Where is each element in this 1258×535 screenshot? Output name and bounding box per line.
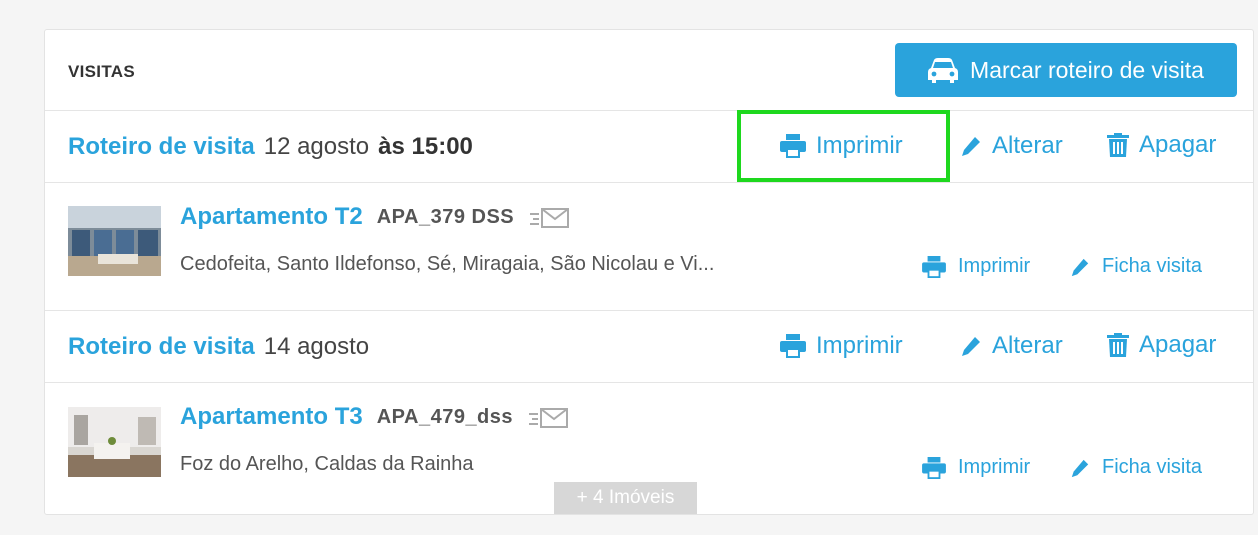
delete-button[interactable]: Apagar xyxy=(1107,331,1216,359)
print-label: Imprimir xyxy=(816,332,903,359)
imovel-name-link[interactable]: Apartamento T2 xyxy=(180,203,363,231)
imovel-name-link[interactable]: Apartamento T3 xyxy=(180,403,363,431)
imovel-print-button[interactable]: Imprimir xyxy=(922,255,1030,278)
delete-label: Apagar xyxy=(1139,331,1217,358)
print-label: Imprimir xyxy=(816,132,903,159)
printer-icon xyxy=(922,456,946,479)
marcar-roteiro-label: Marcar roteiro de visita xyxy=(970,56,1204,83)
imovel-location: Foz do Arelho, Caldas da Rainha xyxy=(180,453,474,475)
print-button[interactable]: Imprimir xyxy=(780,332,903,360)
imovel-location: Cedofeita, Santo Ildefonso, Sé, Miragaia… xyxy=(180,253,715,275)
imovel-heading: Apartamento T2 APA_379 DSS xyxy=(180,203,570,231)
roteiro-time: às 15:00 xyxy=(378,133,473,160)
more-imoveis-badge[interactable]: + 4 Imóveis xyxy=(554,482,697,514)
trash-icon xyxy=(1107,133,1129,157)
pencil-icon xyxy=(962,337,980,356)
print-button[interactable]: Imprimir xyxy=(780,132,903,160)
property-thumbnail[interactable] xyxy=(68,407,161,477)
edit-label: Alterar xyxy=(992,332,1063,359)
car-icon xyxy=(928,58,959,83)
edit-label: Alterar xyxy=(992,132,1063,159)
roteiro-date: 14 agosto xyxy=(263,333,370,360)
delete-label: Apagar xyxy=(1139,131,1217,158)
visitas-panel: VISITAS Marcar roteiro de visita Roteiro… xyxy=(44,29,1254,515)
printer-icon xyxy=(780,334,806,358)
envelope-icon[interactable] xyxy=(527,405,569,429)
imovel-heading: Apartamento T3 APA_479_dss xyxy=(180,403,569,431)
edit-button[interactable]: Alterar xyxy=(960,132,1063,160)
ficha-visita-label: Ficha visita xyxy=(1102,255,1203,277)
imovel-row: Apartamento T2 APA_379 DSS Cedofeita, Sa… xyxy=(45,183,1253,311)
edit-button[interactable]: Alterar xyxy=(960,332,1063,360)
ficha-visita-button[interactable]: Ficha visita xyxy=(1070,456,1202,479)
roteiro-row: Roteiro de visita 14 agosto Imprimir Alt… xyxy=(45,311,1253,383)
printer-icon xyxy=(780,134,806,158)
pencil-icon xyxy=(962,137,980,156)
trash-icon xyxy=(1107,333,1129,357)
roteiro-heading: Roteiro de visita 12 agosto às 15:00 xyxy=(68,111,473,183)
imovel-reference: APA_479_dss xyxy=(376,405,514,428)
imovel-print-label: Imprimir xyxy=(958,255,1031,277)
envelope-icon[interactable] xyxy=(528,205,570,229)
panel-title: VISITAS xyxy=(68,62,135,81)
roteiro-link[interactable]: Roteiro de visita xyxy=(68,133,255,161)
pencil-icon xyxy=(1071,258,1089,276)
pencil-icon xyxy=(1071,459,1089,477)
roteiro-row: Roteiro de visita 12 agosto às 15:00 Imp… xyxy=(45,111,1253,183)
ficha-visita-button[interactable]: Ficha visita xyxy=(1070,255,1202,278)
roteiro-heading: Roteiro de visita 14 agosto xyxy=(68,311,378,383)
marcar-roteiro-button[interactable]: Marcar roteiro de visita xyxy=(895,43,1237,97)
roteiro-date: 12 agosto xyxy=(263,133,370,160)
property-thumbnail[interactable] xyxy=(68,206,161,276)
roteiro-link[interactable]: Roteiro de visita xyxy=(68,333,255,361)
ficha-visita-label: Ficha visita xyxy=(1102,456,1203,478)
delete-button[interactable]: Apagar xyxy=(1107,131,1216,159)
printer-icon xyxy=(922,255,946,278)
imovel-reference: APA_379 DSS xyxy=(376,205,515,228)
panel-header: VISITAS Marcar roteiro de visita xyxy=(45,30,1253,111)
imovel-print-button[interactable]: Imprimir xyxy=(922,456,1030,479)
imovel-print-label: Imprimir xyxy=(958,456,1031,478)
